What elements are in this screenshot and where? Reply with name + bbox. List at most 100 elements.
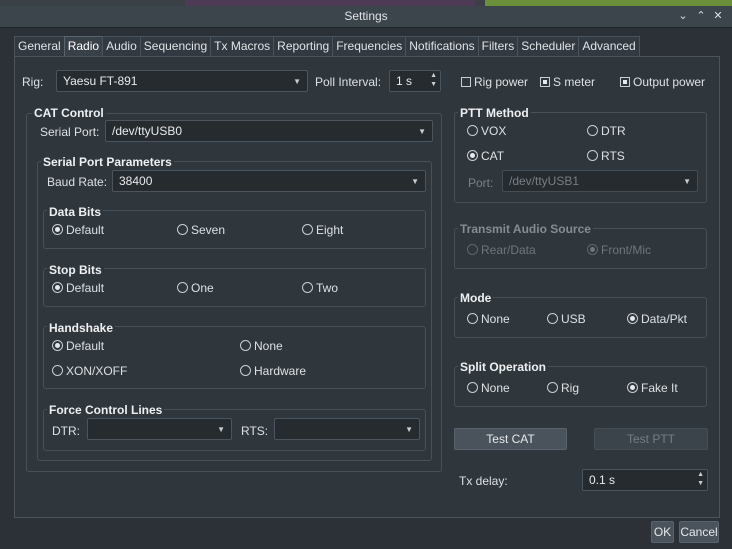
tab-tx-macros[interactable]: Tx Macros bbox=[210, 36, 275, 56]
audio-front-mic-radio[interactable]: Front/Mic bbox=[587, 243, 651, 257]
tab-filters[interactable]: Filters bbox=[477, 36, 519, 56]
radio-icon bbox=[547, 313, 558, 324]
ptt-dtr-radio[interactable]: DTR bbox=[587, 124, 626, 138]
serial-port-select[interactable]: /dev/ttyUSB0 ▼ bbox=[105, 120, 433, 142]
stop-bits-default-radio[interactable]: Default bbox=[52, 281, 104, 295]
radio-label: Two bbox=[316, 281, 339, 295]
tab-scheduler[interactable]: Scheduler bbox=[517, 36, 580, 56]
serial-port-value: /dev/ttyUSB0 bbox=[112, 124, 183, 138]
radio-icon bbox=[467, 244, 478, 255]
radio-label: Eight bbox=[316, 223, 344, 237]
test-cat-button[interactable]: Test CAT bbox=[454, 428, 567, 450]
data-bits-title: Data Bits bbox=[47, 205, 104, 219]
radio-selected-icon bbox=[52, 224, 63, 235]
output-power-checkbox[interactable]: Output power bbox=[620, 75, 705, 89]
stop-bits-title: Stop Bits bbox=[47, 263, 104, 277]
radio-icon bbox=[587, 150, 598, 161]
spin-down-icon[interactable]: ▼ bbox=[697, 480, 704, 487]
data-bits-eight-radio[interactable]: Eight bbox=[302, 223, 343, 237]
split-rig-radio[interactable]: Rig bbox=[547, 381, 579, 395]
radio-label: Fake It bbox=[641, 381, 678, 395]
ptt-port-label: Port: bbox=[468, 176, 494, 190]
mode-usb-radio[interactable]: USB bbox=[547, 312, 586, 326]
tab-sequencing[interactable]: Sequencing bbox=[139, 36, 212, 56]
ptt-cat-radio[interactable]: CAT bbox=[467, 149, 504, 163]
checkbox-checked-icon bbox=[540, 77, 550, 87]
radio-selected-icon bbox=[52, 340, 63, 351]
split-fake-it-radio[interactable]: Fake It bbox=[627, 381, 678, 395]
output-power-label: Output power bbox=[633, 75, 706, 89]
radio-icon bbox=[177, 282, 188, 293]
chevron-up-icon[interactable]: ⌃ bbox=[694, 9, 708, 22]
spin-up-icon[interactable]: ▲ bbox=[430, 72, 437, 79]
ptt-port-select[interactable]: /dev/ttyUSB1 ▼ bbox=[502, 170, 698, 192]
rig-power-checkbox[interactable]: Rig power bbox=[461, 75, 528, 89]
stop-bits-one-radio[interactable]: One bbox=[177, 281, 214, 295]
radio-selected-icon bbox=[627, 382, 638, 393]
chevron-down-icon[interactable]: ⌄ bbox=[676, 9, 690, 22]
tab-advanced[interactable]: Advanced bbox=[578, 36, 640, 56]
tab-notifications[interactable]: Notifications bbox=[405, 36, 479, 56]
handshake-hardware-radio[interactable]: Hardware bbox=[240, 364, 306, 378]
tab-frequencies[interactable]: Frequencies bbox=[332, 36, 407, 56]
dropdown-arrow-icon: ▼ bbox=[217, 425, 225, 434]
close-icon[interactable]: ✕ bbox=[711, 9, 725, 22]
radio-icon bbox=[240, 365, 251, 376]
handshake-title: Handshake bbox=[47, 321, 116, 335]
dropdown-arrow-icon: ▼ bbox=[683, 177, 691, 186]
tab-radio[interactable]: Radio bbox=[63, 36, 104, 56]
dtr-label: DTR: bbox=[52, 424, 80, 438]
transmit-audio-source-title: Transmit Audio Source bbox=[458, 222, 593, 236]
radio-label: Data/Pkt bbox=[641, 312, 688, 326]
radio-icon bbox=[240, 340, 251, 351]
handshake-none-radio[interactable]: None bbox=[240, 339, 283, 353]
tx-delay-label: Tx delay: bbox=[459, 474, 508, 488]
spin-down-icon[interactable]: ▼ bbox=[430, 81, 437, 88]
test-ptt-button[interactable]: Test PTT bbox=[594, 428, 708, 450]
ptt-vox-radio[interactable]: VOX bbox=[467, 124, 506, 138]
ok-button[interactable]: OK bbox=[651, 521, 674, 543]
poll-interval-value: 1 s bbox=[396, 74, 413, 88]
radio-label: Rear/Data bbox=[481, 243, 536, 257]
radio-label: One bbox=[191, 281, 214, 295]
rts-label: RTS: bbox=[241, 424, 269, 438]
radio-icon bbox=[302, 224, 313, 235]
mode-none-radio[interactable]: None bbox=[467, 312, 510, 326]
force-control-lines-title: Force Control Lines bbox=[47, 403, 165, 417]
dropdown-arrow-icon: ▼ bbox=[411, 177, 419, 186]
rig-label: Rig: bbox=[22, 75, 44, 89]
handshake-default-radio[interactable]: Default bbox=[52, 339, 104, 353]
radio-selected-icon bbox=[467, 150, 478, 161]
dropdown-arrow-icon: ▼ bbox=[293, 77, 301, 86]
cat-control-title: CAT Control bbox=[32, 106, 106, 120]
mode-title: Mode bbox=[458, 291, 494, 305]
rts-select[interactable]: ▼ bbox=[274, 418, 420, 440]
poll-interval-spinbox[interactable]: 1 s ▲ ▼ bbox=[389, 70, 441, 92]
ptt-rts-radio[interactable]: RTS bbox=[587, 149, 625, 163]
tab-reporting[interactable]: Reporting bbox=[273, 36, 334, 56]
split-none-radio[interactable]: None bbox=[467, 381, 510, 395]
data-bits-seven-radio[interactable]: Seven bbox=[177, 223, 225, 237]
stop-bits-two-radio[interactable]: Two bbox=[302, 281, 338, 295]
baud-rate-select[interactable]: 38400 ▼ bbox=[112, 170, 426, 192]
title-bar[interactable]: Settings ⌄ ⌃ ✕ bbox=[0, 6, 732, 28]
mode-data-pkt-radio[interactable]: Data/Pkt bbox=[627, 312, 687, 326]
spin-up-icon[interactable]: ▲ bbox=[697, 471, 704, 478]
tab-general[interactable]: General bbox=[14, 36, 65, 56]
radio-label: Default bbox=[66, 339, 105, 353]
s-meter-checkbox[interactable]: S meter bbox=[540, 75, 595, 89]
radio-label: Default bbox=[66, 281, 105, 295]
radio-label: None bbox=[481, 381, 510, 395]
tab-audio[interactable]: Audio bbox=[102, 36, 141, 56]
rig-select[interactable]: Yaesu FT-891 ▼ bbox=[56, 70, 308, 92]
tx-delay-spinbox[interactable]: 0.1 s ▲ ▼ bbox=[582, 469, 708, 491]
radio-label: CAT bbox=[481, 149, 505, 163]
dtr-select[interactable]: ▼ bbox=[87, 418, 232, 440]
data-bits-default-radio[interactable]: Default bbox=[52, 223, 104, 237]
audio-rear-data-radio[interactable]: Rear/Data bbox=[467, 243, 536, 257]
radio-label: XON/XOFF bbox=[66, 364, 128, 378]
radio-icon bbox=[52, 365, 63, 376]
radio-label: Default bbox=[66, 223, 105, 237]
handshake-xonxoff-radio[interactable]: XON/XOFF bbox=[52, 364, 127, 378]
cancel-button[interactable]: Cancel bbox=[679, 521, 719, 543]
